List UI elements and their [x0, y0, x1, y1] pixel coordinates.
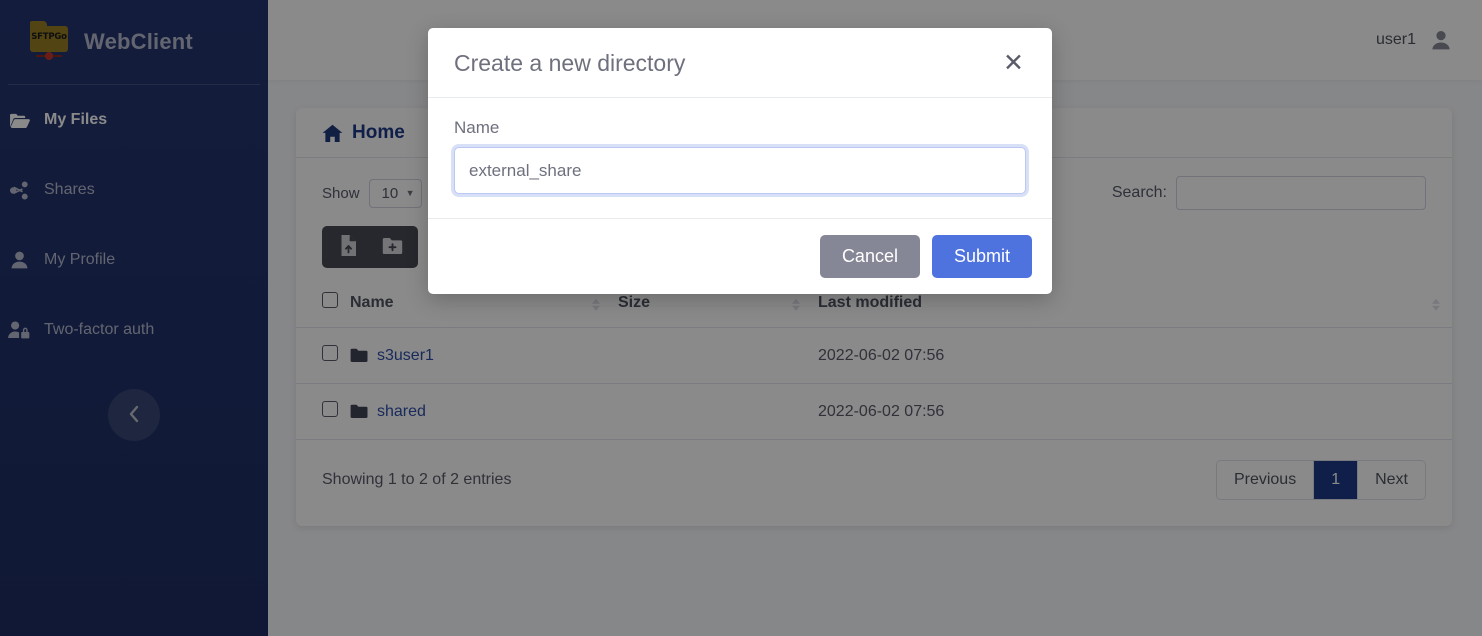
modal-title: Create a new directory — [454, 50, 686, 76]
directory-name-input[interactable] — [454, 147, 1026, 194]
create-directory-modal: Create a new directory ✕ Name Cancel Sub… — [428, 28, 1052, 294]
name-field-label: Name — [454, 118, 500, 137]
submit-button[interactable]: Submit — [931, 235, 1032, 278]
modal-header: Create a new directory ✕ — [428, 28, 1052, 98]
modal-footer: Cancel Submit — [428, 218, 1052, 294]
close-icon[interactable]: ✕ — [1001, 51, 1026, 76]
modal-body: Name — [428, 98, 1052, 218]
cancel-button[interactable]: Cancel — [819, 235, 920, 278]
app-root: SFTPGo WebClient My Files Shares My Prof… — [0, 0, 1482, 636]
